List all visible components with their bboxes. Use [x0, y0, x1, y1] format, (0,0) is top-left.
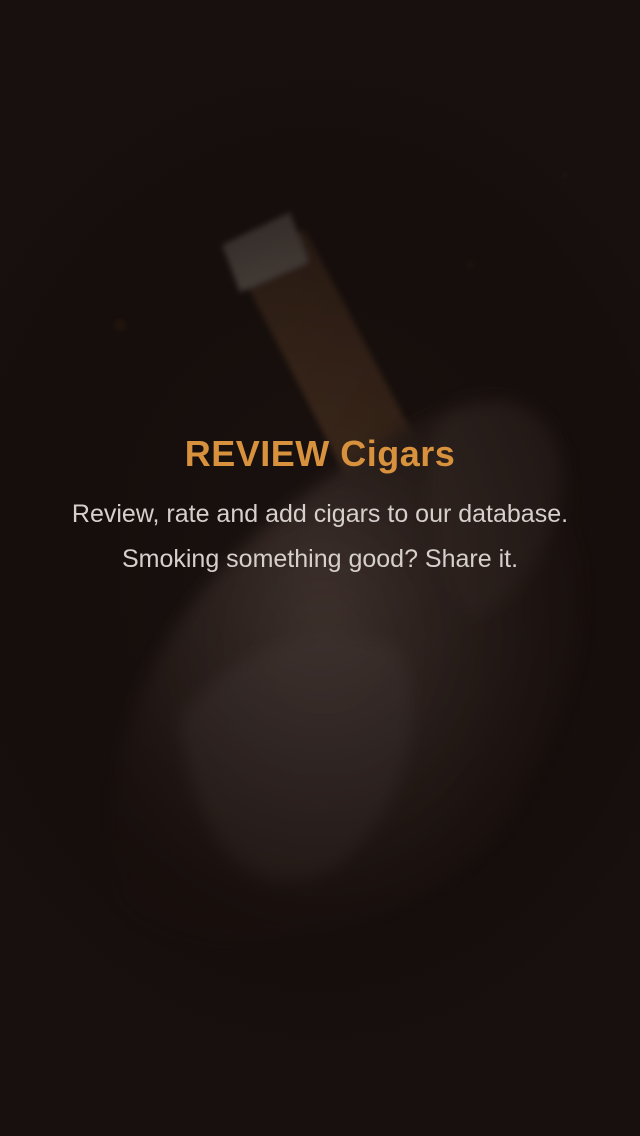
onboarding-screen: REVIEW Cigars Review, rate and add cigar… [0, 0, 640, 1136]
onboarding-content: REVIEW Cigars Review, rate and add cigar… [60, 430, 580, 582]
onboarding-description: Review, rate and add cigars to our datab… [71, 500, 569, 573]
onboarding-title: REVIEW Cigars [184, 433, 456, 474]
